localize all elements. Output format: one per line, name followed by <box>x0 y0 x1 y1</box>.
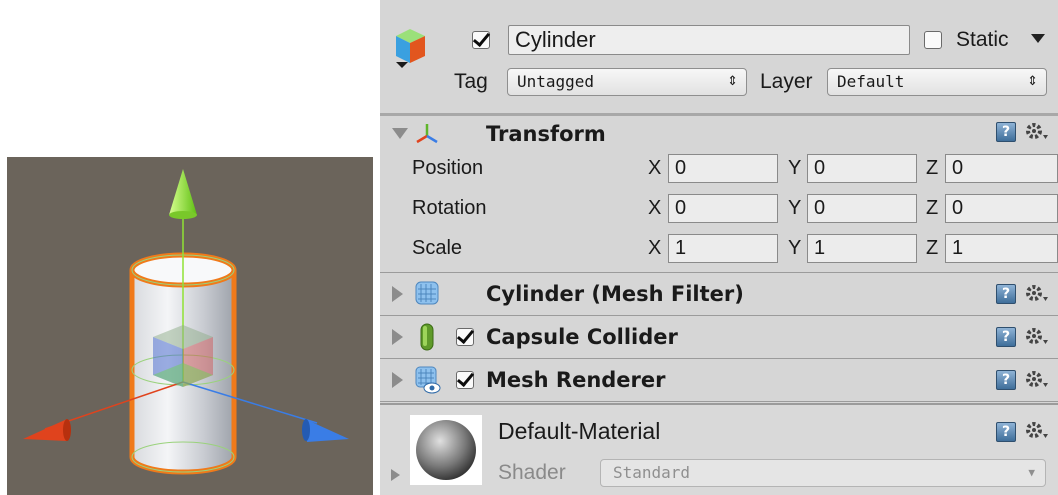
x-axis-handle <box>23 419 67 441</box>
material-preview[interactable] <box>410 415 482 485</box>
active-checkbox[interactable] <box>472 31 490 49</box>
axis-y-label: Y <box>788 197 802 219</box>
fold-expanded-icon[interactable] <box>392 128 408 139</box>
component-title: Mesh Renderer <box>486 368 666 392</box>
axis-y-label: Y <box>788 157 802 179</box>
axis-z-label: Z <box>926 237 939 259</box>
scale-x-field[interactable]: 1 <box>668 234 778 263</box>
mesh-renderer-icon <box>414 366 444 399</box>
component-title: Cylinder (Mesh Filter) <box>486 282 744 306</box>
gameobject-icon <box>396 29 425 68</box>
transform-row-rotation: Rotation X 0 Y 0 Z 0 <box>380 192 1058 232</box>
axis-x-label: X <box>648 197 662 219</box>
scene-view[interactable] <box>7 157 373 495</box>
z-axis-handle <box>305 419 349 442</box>
capsule-collider-icon <box>414 323 440 356</box>
material-fold-icon[interactable] <box>391 469 400 481</box>
mesh-filter-icon <box>414 280 440 311</box>
gear-icon[interactable] <box>1024 369 1048 389</box>
gear-icon[interactable] <box>1024 121 1048 141</box>
axis-z-label: Z <box>926 157 939 179</box>
component-title: Capsule Collider <box>486 325 678 349</box>
rotation-x-field[interactable]: 0 <box>668 194 778 223</box>
scene-gizmo <box>23 169 349 475</box>
transform-icon <box>416 124 438 144</box>
material-section: Default-Material ? Shader Standard ▼ <box>380 405 1058 495</box>
axis-z-label: Z <box>926 197 939 219</box>
axis-x-label: X <box>648 157 662 179</box>
scale-y-field[interactable]: 1 <box>807 234 917 263</box>
layer-dropdown-arrow-icon: ⇕ <box>1027 74 1038 89</box>
property-label: Position <box>412 157 484 179</box>
rotation-z-field[interactable]: 0 <box>945 194 1058 223</box>
shader-label: Shader <box>498 461 566 484</box>
layer-value: Default <box>837 72 905 91</box>
scale-z-field[interactable]: 1 <box>945 234 1058 263</box>
help-icon[interactable]: ? <box>996 327 1016 347</box>
tag-value: Untagged <box>517 72 595 91</box>
shader-value: Standard <box>613 463 691 482</box>
component-enabled-checkbox[interactable] <box>456 328 474 346</box>
material-name: Default-Material <box>498 418 661 444</box>
transform-row-position: Position X 0 Y 0 Z 0 <box>380 152 1058 192</box>
rotation-y-field[interactable]: 0 <box>807 194 917 223</box>
fold-collapsed-icon[interactable] <box>392 329 403 345</box>
help-icon[interactable]: ? <box>996 284 1016 304</box>
component-enabled-checkbox[interactable] <box>456 371 474 389</box>
gear-icon[interactable] <box>1024 420 1048 440</box>
help-icon[interactable]: ? <box>996 370 1016 390</box>
position-y-field[interactable]: 0 <box>807 154 917 183</box>
fold-collapsed-icon[interactable] <box>392 286 403 302</box>
component-header-mesh-renderer[interactable]: Mesh Renderer? <box>380 359 1058 402</box>
shader-dropdown-arrow-icon: ▼ <box>1028 466 1035 479</box>
static-label: Static <box>956 28 1009 51</box>
component-header-capsule-collider[interactable]: Capsule Collider? <box>380 316 1058 359</box>
material-sphere-icon <box>416 420 476 480</box>
axis-x-label: X <box>648 237 662 259</box>
gear-icon[interactable] <box>1024 326 1048 346</box>
tag-dropdown[interactable]: Untagged ⇕ <box>507 68 747 96</box>
component-header-cylinder-mesh-filter[interactable]: Cylinder (Mesh Filter)? <box>380 273 1058 316</box>
y-axis-handle <box>169 169 197 215</box>
help-icon[interactable]: ? <box>996 122 1016 142</box>
tag-dropdown-arrow-icon: ⇕ <box>727 74 738 89</box>
tag-label: Tag <box>454 70 488 93</box>
inspector-panel: Cylinder Static Tag Untagged ⇕ Layer Def… <box>380 0 1058 495</box>
object-name-field[interactable]: Cylinder <box>508 25 910 55</box>
axis-y-label: Y <box>788 237 802 259</box>
transform-title: Transform <box>486 122 606 146</box>
property-label: Rotation <box>412 197 487 219</box>
position-z-field[interactable]: 0 <box>945 154 1058 183</box>
transform-header[interactable]: Transform ? <box>380 116 1058 152</box>
static-checkbox[interactable] <box>924 31 942 49</box>
layer-dropdown[interactable]: Default ⇕ <box>827 68 1047 96</box>
transform-row-scale: Scale X 1 Y 1 Z 1 <box>380 232 1058 272</box>
static-dropdown-arrow-icon[interactable] <box>1031 34 1045 43</box>
help-icon[interactable]: ? <box>996 422 1016 442</box>
shader-dropdown: Standard ▼ <box>600 459 1046 487</box>
property-label: Scale <box>412 237 463 259</box>
layer-label: Layer <box>760 70 813 93</box>
gear-icon[interactable] <box>1024 283 1048 303</box>
position-x-field[interactable]: 0 <box>668 154 778 183</box>
fold-collapsed-icon[interactable] <box>392 372 403 388</box>
